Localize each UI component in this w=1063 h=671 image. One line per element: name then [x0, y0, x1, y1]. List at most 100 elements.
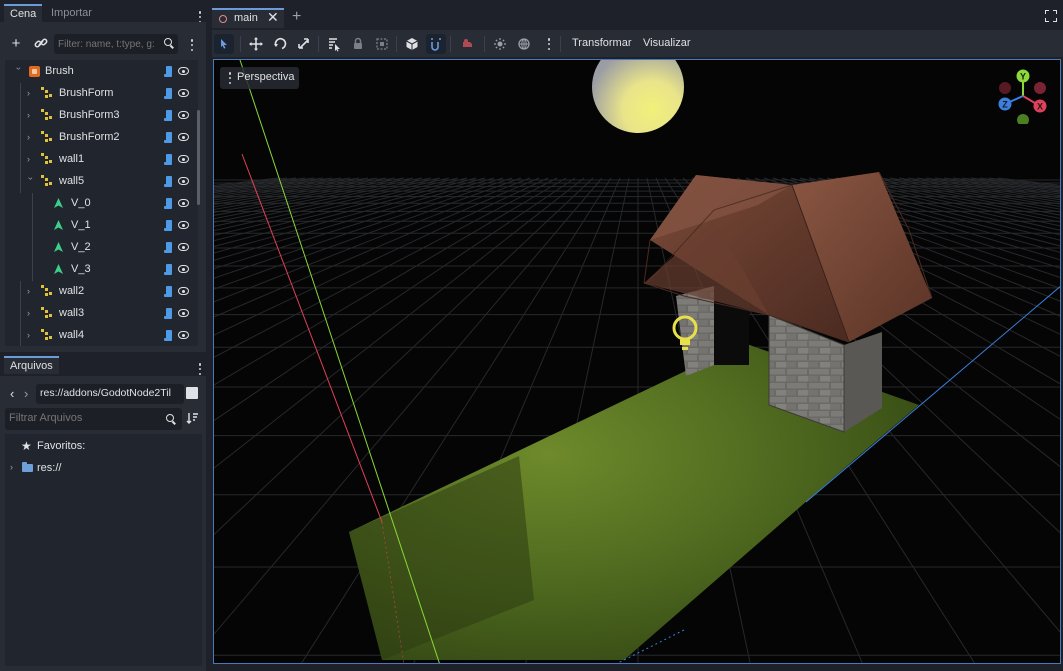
- back-icon[interactable]: ‹: [10, 386, 14, 401]
- gizmo-y-label: Y: [1020, 72, 1026, 82]
- chevron-right-icon[interactable]: ›: [27, 308, 35, 318]
- chevron-right-icon[interactable]: ›: [27, 330, 35, 340]
- add-scene-tab-icon[interactable]: +: [292, 8, 301, 26]
- visibility-eye-icon[interactable]: [178, 111, 189, 119]
- script-icon[interactable]: [164, 308, 174, 320]
- tree-item-wall4[interactable]: › wall4: [5, 325, 198, 346]
- files-filter-field[interactable]: [5, 408, 182, 430]
- script-icon[interactable]: [164, 198, 174, 210]
- tab-scene[interactable]: Cena: [4, 4, 43, 22]
- tree-item-v-2[interactable]: V_2: [5, 237, 198, 259]
- visibility-eye-icon[interactable]: [178, 133, 189, 141]
- chevron-right-icon[interactable]: ›: [27, 132, 35, 142]
- tree-item-brushform2[interactable]: › BrushForm2: [5, 127, 198, 149]
- visibility-eye-icon[interactable]: [178, 177, 189, 185]
- script-icon[interactable]: [164, 286, 174, 298]
- visibility-eye-icon[interactable]: [178, 243, 189, 251]
- select-tool-icon[interactable]: [214, 34, 234, 54]
- script-icon[interactable]: [164, 154, 174, 166]
- scene-options-icon[interactable]: [187, 39, 197, 51]
- visibility-eye-icon[interactable]: [178, 199, 189, 207]
- visibility-eye-icon[interactable]: [178, 67, 189, 75]
- tree-item-label: V_2: [71, 241, 91, 253]
- snap-icon[interactable]: [426, 34, 446, 54]
- tree-item-v-3[interactable]: V_3: [5, 259, 198, 281]
- script-icon[interactable]: [164, 242, 174, 254]
- scale-tool-icon[interactable]: [294, 34, 314, 54]
- group-icon[interactable]: [372, 34, 392, 54]
- view-menu[interactable]: Visualizar: [643, 37, 691, 49]
- script-icon[interactable]: [164, 330, 174, 342]
- forward-icon[interactable]: ›: [24, 386, 28, 401]
- distraction-free-icon[interactable]: [1045, 10, 1057, 22]
- tree-item-wall1[interactable]: › wall1: [5, 149, 198, 171]
- close-icon[interactable]: ✕: [267, 9, 279, 26]
- viewport-scene[interactable]: [214, 60, 1061, 664]
- script-icon[interactable]: [164, 220, 174, 232]
- chevron-right-icon[interactable]: ›: [27, 88, 35, 98]
- tab-filesystem[interactable]: Arquivos: [4, 356, 59, 374]
- tree-item-brush[interactable]: › Brush: [5, 61, 198, 83]
- move-tool-icon[interactable]: [246, 34, 266, 54]
- visibility-eye-icon[interactable]: [178, 309, 189, 317]
- script-icon[interactable]: [164, 66, 174, 78]
- tree-item-brushform[interactable]: › BrushForm: [5, 83, 198, 105]
- sun-preview-icon[interactable]: [490, 34, 510, 54]
- scene-filter-field[interactable]: [54, 34, 178, 54]
- scene-filter-input[interactable]: [58, 36, 162, 52]
- script-icon[interactable]: [164, 176, 174, 188]
- script-icon[interactable]: [164, 110, 174, 122]
- local-space-icon[interactable]: [402, 34, 422, 54]
- files-filter-input[interactable]: [9, 412, 159, 424]
- scene-tab-label: main: [234, 12, 258, 24]
- 3d-viewport[interactable]: Perspectiva Y X Z: [213, 59, 1061, 664]
- visibility-eye-icon[interactable]: [178, 265, 189, 273]
- script-icon[interactable]: [164, 264, 174, 276]
- chevron-down-icon[interactable]: ›: [26, 177, 36, 185]
- brushform-icon: [41, 175, 53, 187]
- tree-item-wall2[interactable]: › wall2: [5, 281, 198, 303]
- toggle-split-icon[interactable]: [186, 387, 198, 399]
- files-dock-menu-icon[interactable]: [195, 363, 205, 375]
- brushform-icon: [41, 153, 53, 165]
- chevron-right-icon[interactable]: ›: [27, 286, 35, 296]
- environment-preview-icon[interactable]: [514, 34, 534, 54]
- path-field[interactable]: res://addons/GodotNode2Til: [36, 384, 184, 404]
- path-row: ‹ › res://addons/GodotNode2Til: [6, 384, 202, 404]
- favorites-row[interactable]: ★ Favoritos:: [5, 436, 202, 456]
- visibility-eye-icon[interactable]: [178, 155, 189, 163]
- transform-menu[interactable]: Transformar: [572, 37, 632, 49]
- res-folder-row[interactable]: › res://: [5, 458, 202, 478]
- tree-item-brushform3[interactable]: › BrushForm3: [5, 105, 198, 127]
- tree-item-v-0[interactable]: V_0: [5, 193, 198, 215]
- chevron-down-icon[interactable]: ›: [14, 67, 24, 75]
- chevron-right-icon[interactable]: ›: [27, 154, 35, 164]
- script-icon[interactable]: [164, 132, 174, 144]
- chevron-right-icon[interactable]: ›: [10, 462, 13, 472]
- scene-tree-scrollbar[interactable]: [197, 110, 200, 205]
- tree-item-wall3[interactable]: › wall3: [5, 303, 198, 325]
- scene-tree[interactable]: › Brush › BrushForm › BrushForm3 › BrushForm2 › w…: [5, 60, 198, 346]
- tree-item-v-1[interactable]: V_1: [5, 215, 198, 237]
- lock-icon[interactable]: [348, 34, 368, 54]
- tab-main-scene[interactable]: main ✕: [212, 8, 284, 28]
- tab-import[interactable]: Importar: [45, 4, 98, 22]
- visibility-eye-icon[interactable]: [178, 331, 189, 339]
- preview-camera-icon[interactable]: [458, 34, 478, 54]
- perspective-menu[interactable]: Perspectiva: [220, 67, 300, 89]
- add-node-icon[interactable]: +: [8, 35, 24, 53]
- view-gizmo[interactable]: Y X Z: [996, 68, 1050, 124]
- list-select-icon[interactable]: [324, 34, 344, 54]
- rotate-tool-icon[interactable]: [270, 34, 290, 54]
- instance-scene-icon[interactable]: [33, 36, 49, 55]
- visibility-eye-icon[interactable]: [178, 221, 189, 229]
- script-icon[interactable]: [164, 88, 174, 100]
- visibility-eye-icon[interactable]: [178, 287, 189, 295]
- tree-item-wall5[interactable]: › wall5: [5, 171, 198, 193]
- chevron-right-icon[interactable]: ›: [27, 110, 35, 120]
- visibility-eye-icon[interactable]: [178, 89, 189, 97]
- sort-icon[interactable]: [186, 411, 200, 425]
- perspective-label: Perspectiva: [237, 71, 295, 83]
- more-options-icon[interactable]: [544, 38, 554, 50]
- files-tree[interactable]: ★ Favoritos: › res://: [5, 434, 202, 666]
